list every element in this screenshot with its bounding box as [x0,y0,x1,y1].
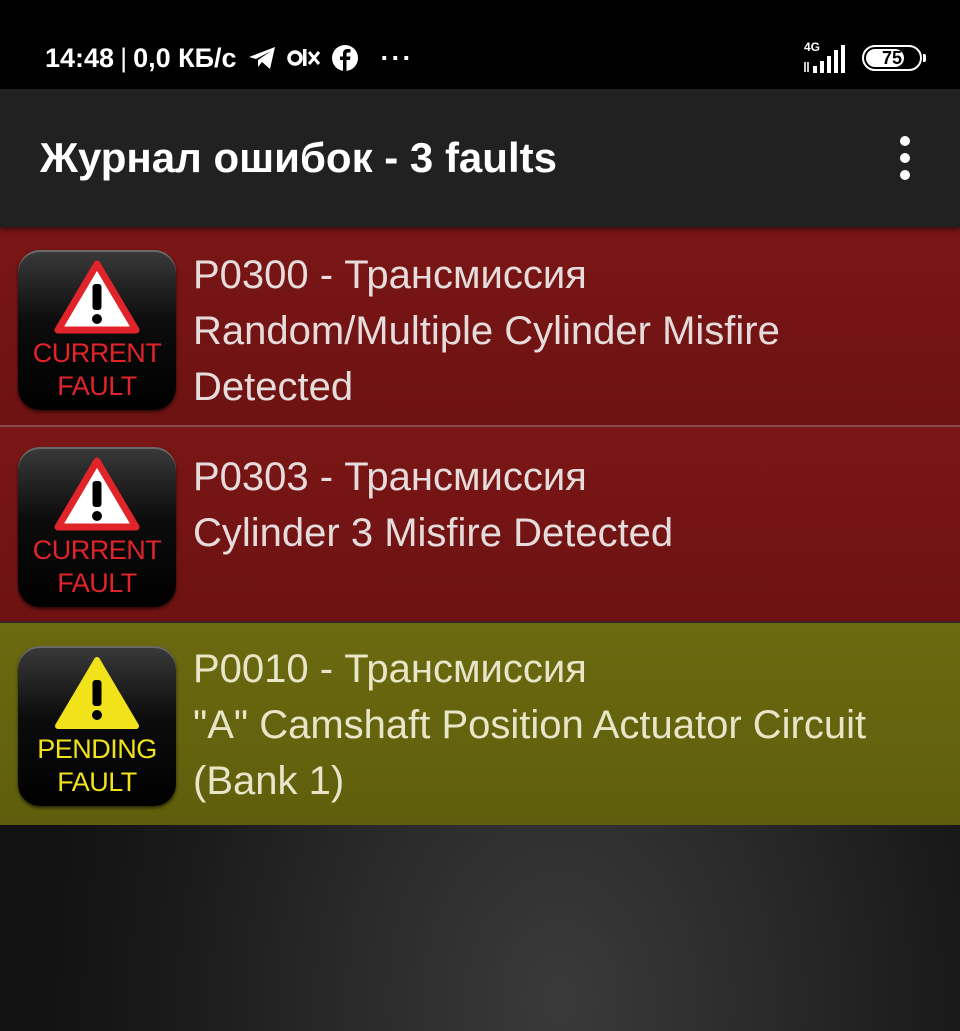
page-title: Журнал ошибок - 3 faults [40,134,557,181]
fault-status-line1: PENDING [37,734,157,764]
network-speed: 0,0 КБ/с [133,42,237,73]
status-left: 14:48 | 0,0 КБ/с ··· [45,38,414,78]
fault-list: CURRENT FAULT P0300 - Трансмиссия Random… [0,227,960,825]
fault-description: "A" Camshaft Position Actuator Circuit (… [193,703,867,803]
signal-icon: 4G [802,40,850,76]
fault-description: Random/Multiple Cylinder Misfire Detecte… [193,309,780,409]
fault-status-badge: PENDING FAULT [18,646,176,806]
fault-status-line2: FAULT [57,371,137,401]
overflow-menu-icon [900,136,910,146]
facebook-icon [331,44,359,72]
status-right: 4G 75 [802,38,926,78]
battery-level: 75 [881,47,903,68]
fault-status-badge: CURRENT FAULT [18,250,176,410]
fault-description: Cylinder 3 Misfire Detected [193,511,674,555]
fault-status-line1: CURRENT [32,535,162,565]
fault-code: P0303 - Трансмиссия [193,455,587,499]
fault-text: P0010 - Трансмиссия "A" Camshaft Positio… [193,641,946,809]
fault-item[interactable]: CURRENT FAULT P0300 - Трансмиссия Random… [0,227,960,427]
fault-status-label: CURRENT FAULT [18,534,176,600]
overflow-menu-button[interactable] [880,133,930,183]
status-bar: 14:48 | 0,0 КБ/с ··· 4G 75 [0,0,960,89]
warning-triangle-red-icon [54,260,140,334]
olx-icon [286,46,321,70]
fault-status-line1: CURRENT [32,338,162,368]
telegram-icon [247,45,277,71]
more-notifications: ··· [380,42,414,73]
fault-item[interactable]: CURRENT FAULT P0303 - Трансмиссия Cylind… [0,427,960,623]
fault-status-line2: FAULT [57,568,137,598]
warning-triangle-yellow-icon [55,657,139,729]
fault-status-label: CURRENT FAULT [18,337,176,403]
battery-tip [923,54,926,62]
fault-text: P0303 - Трансмиссия Cylinder 3 Misfire D… [193,449,946,561]
battery-icon: 75 [862,45,926,71]
fault-item[interactable]: PENDING FAULT P0010 - Трансмиссия "A" Ca… [0,623,960,825]
screen: 14:48 | 0,0 КБ/с ··· 4G 75 Журнал ошибок… [0,0,960,1031]
warning-triangle-red-icon [54,457,140,531]
fault-text: P0300 - Трансмиссия Random/Multiple Cyli… [193,247,946,415]
status-time: 14:48 [45,42,115,73]
overflow-menu-icon-dot [900,170,910,180]
fault-code: P0010 - Трансмиссия [193,647,587,691]
overflow-menu-icon-dot [900,153,910,163]
fault-status-badge: CURRENT FAULT [18,447,176,607]
fault-status-line2: FAULT [57,767,137,797]
app-bar: Журнал ошибок - 3 faults [0,89,960,227]
fault-code: P0300 - Трансмиссия [193,253,587,297]
fault-status-label: PENDING FAULT [18,733,176,799]
status-separator: | [120,42,128,73]
